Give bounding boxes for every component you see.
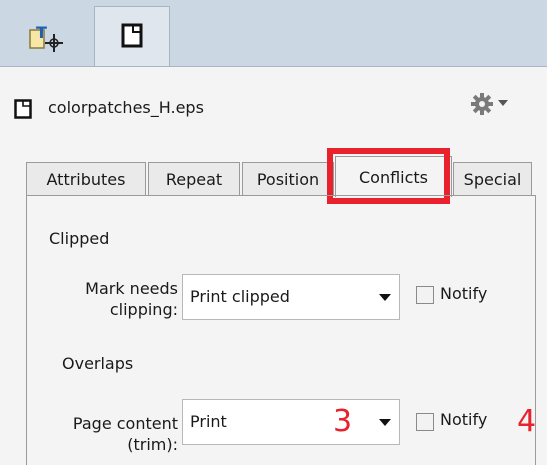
tab-bar: Attributes Repeat Position Conflicts Spe… bbox=[26, 156, 536, 197]
mark-needs-clipping-select[interactable]: Print clipped bbox=[182, 274, 400, 320]
page-content-select[interactable]: Print bbox=[182, 399, 400, 445]
page-content-label: Page content (trim): bbox=[72, 414, 178, 454]
page-icon bbox=[14, 99, 32, 119]
file-header: colorpatches_H.eps bbox=[0, 66, 547, 152]
tab-special[interactable]: Special bbox=[453, 162, 532, 196]
clipped-heading: Clipped bbox=[49, 229, 110, 248]
chevron-down-icon bbox=[379, 294, 391, 301]
annotation-marker-4: 4 bbox=[517, 404, 537, 439]
page-mark-button[interactable] bbox=[94, 6, 170, 66]
annotation-marker-3: 3 bbox=[333, 404, 353, 439]
gear-icon[interactable] bbox=[470, 92, 516, 120]
svg-text:T: T bbox=[36, 23, 47, 42]
file-name: colorpatches_H.eps bbox=[48, 98, 204, 117]
notify-label: Notify bbox=[440, 284, 488, 303]
mark-needs-clipping-label: Mark needs clipping: bbox=[85, 279, 178, 319]
text-mark-icon: T bbox=[29, 23, 63, 52]
top-toolbar: T bbox=[0, 0, 547, 67]
notify-label: Notify bbox=[440, 410, 488, 429]
mark-needs-clipping-notify-checkbox[interactable] bbox=[416, 286, 434, 304]
conflicts-panel: Clipped Mark needs clipping: Print clipp… bbox=[26, 195, 536, 465]
page-icon bbox=[121, 23, 143, 48]
page-content-notify-checkbox[interactable] bbox=[416, 413, 434, 431]
tab-position[interactable]: Position bbox=[242, 162, 334, 196]
chevron-down-icon bbox=[379, 419, 391, 426]
tab-attributes[interactable]: Attributes bbox=[26, 162, 146, 196]
text-mark-button[interactable]: T bbox=[12, 6, 88, 66]
chevron-down-icon bbox=[498, 100, 508, 106]
overlaps-heading: Overlaps bbox=[62, 354, 134, 373]
tab-repeat[interactable]: Repeat bbox=[148, 162, 240, 196]
